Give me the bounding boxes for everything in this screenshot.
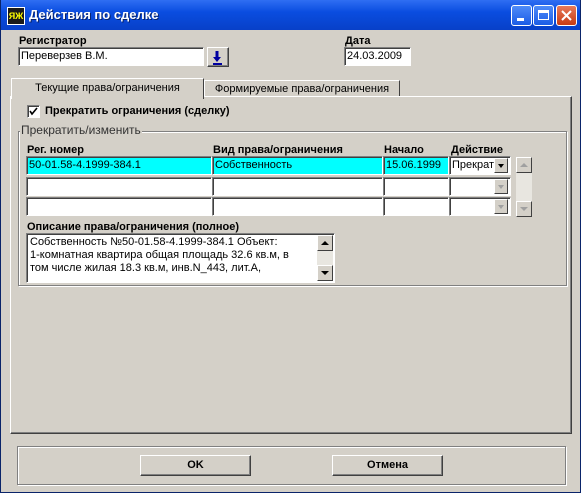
app-icon: ЯЖ [7, 7, 25, 25]
maximize-icon [538, 10, 549, 20]
action-combo-value: Прекрат [452, 159, 494, 171]
terminate-checkbox[interactable] [27, 105, 40, 118]
scroll-down-icon [321, 271, 329, 275]
action-combo-button[interactable] [494, 199, 508, 214]
title-bar[interactable]: ЯЖ Действия по сделке [1, 0, 580, 30]
tab-panel: Прекратить ограничения (сделку) Прекрати… [10, 96, 572, 434]
maximize-button[interactable] [533, 5, 554, 26]
registrar-field[interactable]: Переверзев В.М. [18, 47, 204, 66]
table-cell-start[interactable]: 15.06.1999 [383, 156, 449, 175]
scroll-down-icon [520, 207, 528, 211]
scroll-up-icon [321, 241, 329, 245]
action-combo-button[interactable] [494, 179, 508, 194]
window-title: Действия по сделке [29, 7, 159, 22]
memo-scroll-track[interactable] [317, 251, 333, 265]
column-header-reg-number: Рег. номер [27, 144, 84, 156]
registrar-label: Регистратор [19, 35, 87, 47]
ok-button[interactable]: OK [140, 455, 251, 476]
registrar-lookup-button[interactable] [207, 47, 229, 67]
tab-label: Текущие права/ограничения [35, 82, 180, 94]
checkmark-icon [29, 107, 38, 116]
tab-label: Формируемые права/ограничения [214, 83, 390, 95]
tab-formed-rights[interactable]: Формируемые права/ограничения [204, 80, 400, 97]
close-icon [561, 10, 572, 21]
minimize-icon [517, 18, 524, 21]
description-memo[interactable]: Собственность №50-01.58-4.1999-384.1 Объ… [26, 233, 335, 283]
date-field[interactable]: 24.03.2009 [344, 47, 411, 66]
table-cell-reg-number[interactable] [26, 177, 212, 196]
table-cell-reg-number[interactable] [26, 197, 212, 216]
action-combo-button[interactable] [494, 158, 508, 173]
footer-panel [17, 446, 566, 485]
table-cell-start[interactable] [383, 177, 449, 196]
grid-scroll-up-button[interactable] [516, 157, 532, 173]
grid-scroll-down-button[interactable] [516, 201, 532, 217]
terminate-checkbox-label: Прекратить ограничения (сделку) [45, 105, 230, 117]
chevron-down-icon [498, 205, 504, 209]
dialog-window: ЯЖ Действия по сделке Регистратор Переве… [0, 0, 581, 493]
scroll-up-icon [520, 163, 528, 167]
chevron-down-icon [498, 185, 504, 189]
date-label: Дата [345, 35, 371, 47]
chevron-down-icon [498, 164, 504, 168]
minimize-button[interactable] [511, 5, 532, 26]
column-header-action: Действие [451, 144, 503, 156]
table-cell-right-type[interactable] [212, 177, 383, 196]
table-cell-right-type[interactable] [212, 197, 383, 216]
memo-scroll-up-button[interactable] [317, 235, 333, 251]
table-cell-start[interactable] [383, 197, 449, 216]
arrow-down-icon [213, 51, 222, 65]
group-title: Прекратить/изменить [20, 123, 142, 137]
close-button[interactable] [556, 5, 577, 26]
table-cell-right-type[interactable]: Собственность [212, 156, 383, 175]
cancel-button[interactable]: Отмена [332, 455, 443, 476]
column-header-right-type: Вид права/ограничения [213, 144, 343, 156]
memo-scroll-down-button[interactable] [317, 265, 333, 281]
description-line: Собственность №50-01.58-4.1999-384.1 Объ… [30, 236, 278, 248]
description-line: том числе жилая 18.3 кв.м, инв.N_443, ли… [30, 262, 261, 274]
column-header-start: Начало [384, 144, 424, 156]
tab-current-rights[interactable]: Текущие права/ограничения [11, 78, 204, 99]
description-label: Описание права/ограничения (полное) [27, 221, 239, 233]
description-line: 1-комнатная квартира общая площадь 32.6 … [30, 249, 289, 261]
table-cell-reg-number[interactable]: 50-01.58-4.1999-384.1 [26, 156, 212, 175]
grid-scroll-track[interactable] [516, 173, 532, 201]
